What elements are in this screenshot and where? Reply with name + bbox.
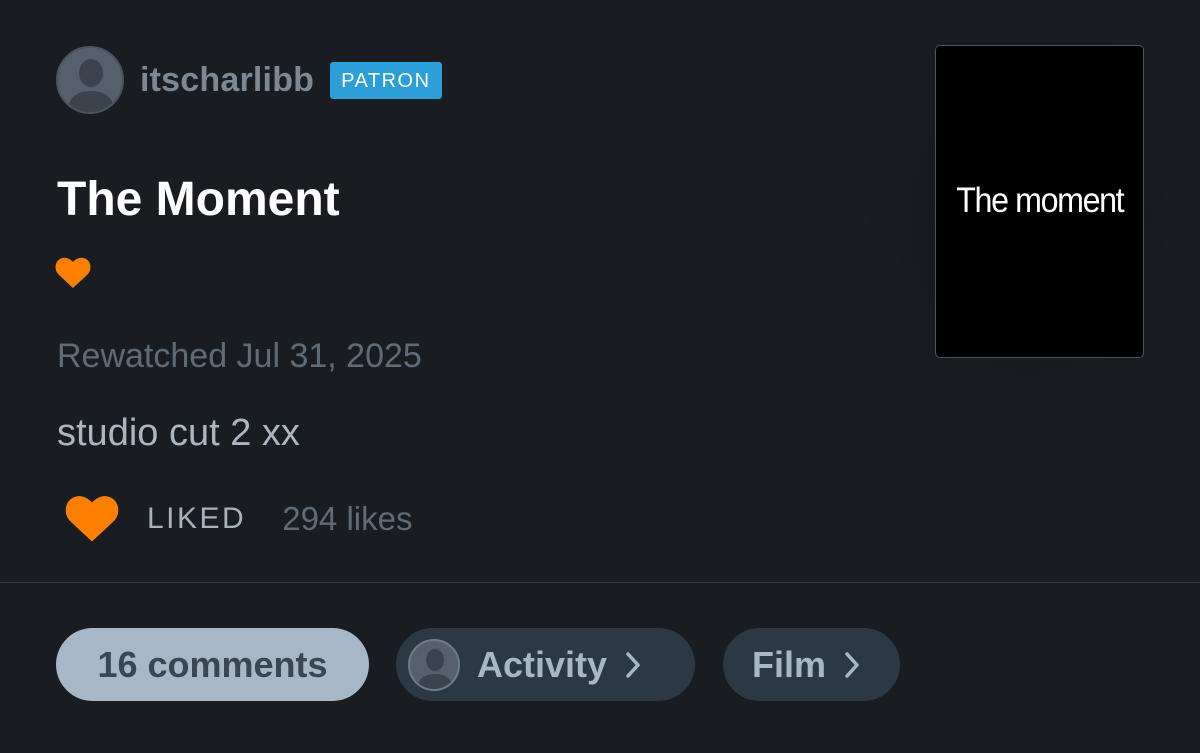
chevron-right-icon (626, 651, 640, 678)
comments-label: 16 comments (97, 643, 328, 685)
default-avatar-icon (416, 648, 454, 689)
divider (0, 582, 1200, 583)
film-title[interactable]: The Moment (57, 170, 340, 230)
review-page: itscharlibb PATRON The Moment Rewatched … (0, 0, 1200, 753)
author-username[interactable]: itscharlibb (140, 61, 314, 100)
activity-button[interactable]: Activity (396, 628, 695, 701)
liked-label[interactable]: LIKED (147, 502, 246, 536)
heart-icon[interactable] (64, 495, 120, 543)
heart-icon (55, 257, 91, 288)
like-row: LIKED 294 likes (64, 494, 412, 544)
default-avatar-icon (66, 59, 116, 112)
film-button[interactable]: Film (723, 628, 900, 701)
author-avatar[interactable] (56, 46, 124, 114)
poster-title-text: The moment (956, 180, 1124, 220)
patron-badge: PATRON (330, 61, 442, 99)
film-label: Film (752, 643, 827, 685)
review-text: studio cut 2 xx (57, 412, 300, 454)
likes-count[interactable]: 294 likes (282, 500, 412, 538)
activity-avatar (408, 638, 460, 691)
author-row: itscharlibb PATRON (56, 45, 442, 115)
activity-label: Activity (477, 643, 608, 685)
watch-status-date: Rewatched Jul 31, 2025 (57, 337, 422, 375)
chevron-right-icon (845, 651, 859, 678)
comments-button[interactable]: 16 comments (56, 628, 369, 701)
film-poster[interactable]: The moment (935, 45, 1144, 358)
